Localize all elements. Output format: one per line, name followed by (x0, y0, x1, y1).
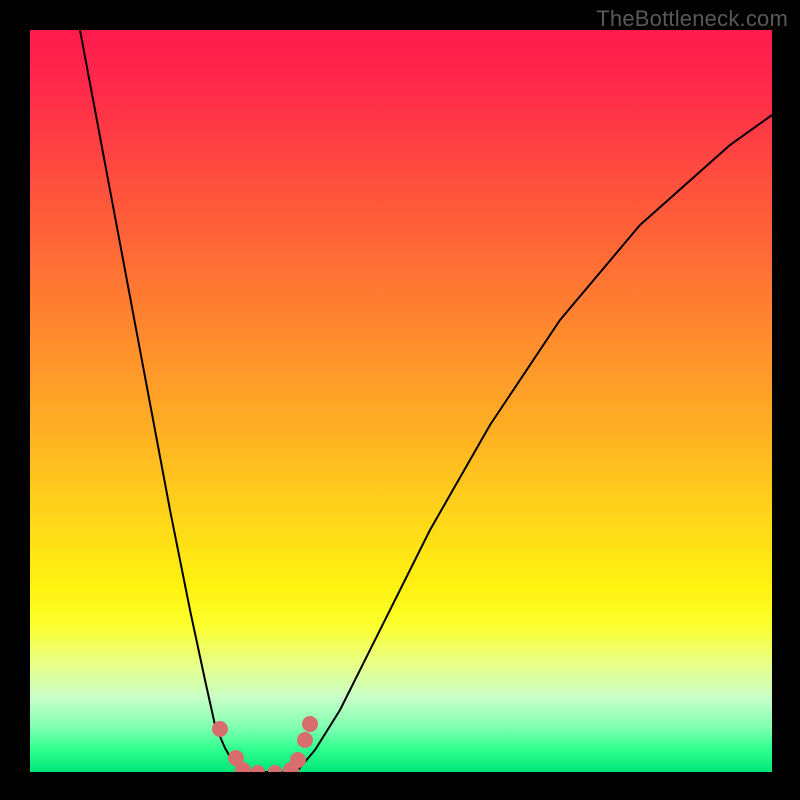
marker-group (212, 716, 318, 772)
curve-layer (30, 30, 772, 772)
watermark-text: TheBottleneck.com (596, 6, 788, 32)
marker-point (290, 752, 306, 768)
curve-right-arm (298, 115, 772, 770)
marker-point (212, 721, 228, 737)
curve-group (80, 30, 772, 772)
marker-point (268, 765, 282, 772)
marker-point (302, 716, 318, 732)
marker-point (297, 732, 313, 748)
marker-point (251, 765, 265, 772)
plot-area (30, 30, 772, 772)
curve-left-arm (80, 30, 241, 770)
chart-frame: TheBottleneck.com (0, 0, 800, 800)
